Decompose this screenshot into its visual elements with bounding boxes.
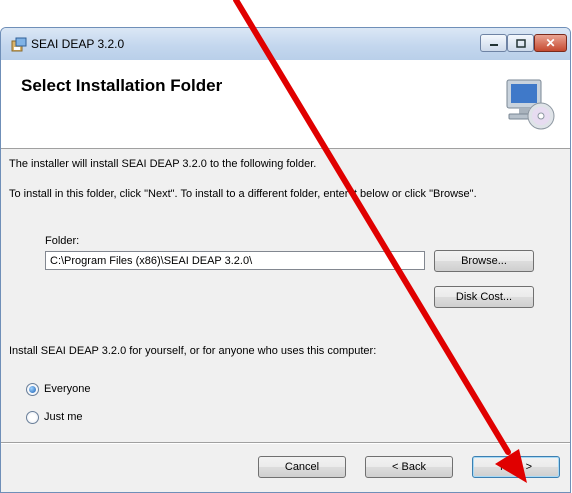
- title-bar[interactable]: SEAI DEAP 3.2.0 ✕: [1, 28, 570, 60]
- folder-label: Folder:: [45, 235, 80, 247]
- cancel-button[interactable]: Cancel: [258, 456, 346, 478]
- just-me-radio[interactable]: [26, 411, 39, 424]
- window-title: SEAI DEAP 3.2.0: [31, 37, 125, 51]
- folder-path-input[interactable]: [45, 251, 425, 270]
- maximize-icon: [515, 38, 526, 48]
- installer-app-icon: [11, 37, 27, 52]
- disk-cost-button[interactable]: Disk Cost...: [434, 286, 534, 308]
- header-banner: Select Installation Folder: [1, 60, 570, 149]
- minimize-button[interactable]: [480, 34, 507, 52]
- intro-text: The installer will install SEAI DEAP 3.2…: [9, 158, 317, 170]
- just-me-label[interactable]: Just me: [44, 411, 83, 423]
- everyone-radio[interactable]: [26, 383, 39, 396]
- next-button[interactable]: Next >: [472, 456, 560, 478]
- page-title: Select Installation Folder: [21, 76, 223, 95]
- browse-button[interactable]: Browse...: [434, 250, 534, 272]
- back-button[interactable]: < Back: [365, 456, 453, 478]
- close-button[interactable]: ✕: [534, 34, 567, 52]
- install-for-text: Install SEAI DEAP 3.2.0 for yourself, or…: [9, 345, 377, 357]
- minimize-icon: [489, 44, 498, 46]
- maximize-button[interactable]: [507, 34, 534, 52]
- everyone-label[interactable]: Everyone: [44, 383, 90, 395]
- footer-divider: [1, 442, 570, 444]
- instruction-text: To install in this folder, click "Next".…: [9, 188, 477, 200]
- close-icon: ✕: [545, 36, 556, 50]
- installer-window: SEAI DEAP 3.2.0 ✕ Select Installation Fo…: [0, 27, 571, 493]
- computer-cd-icon: [506, 79, 555, 130]
